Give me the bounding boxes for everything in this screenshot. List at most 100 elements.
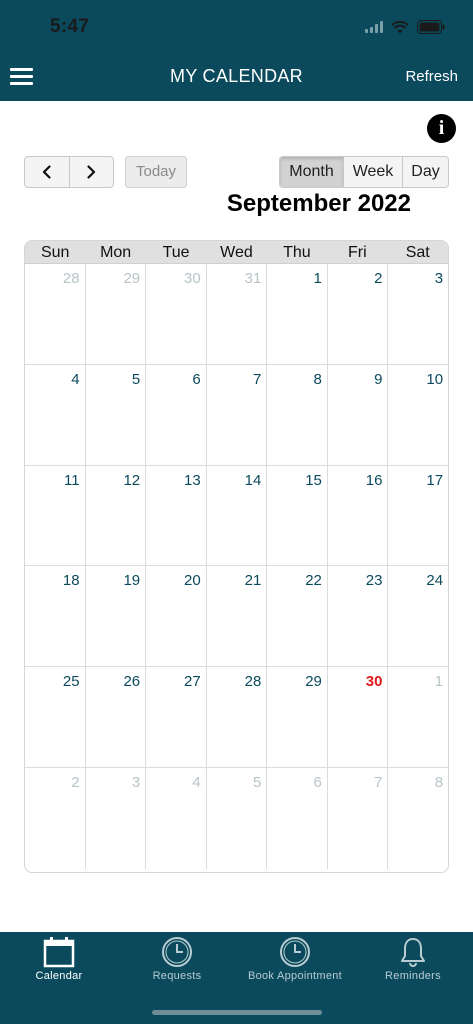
day-cell[interactable]: 29: [266, 667, 327, 767]
tab-label: Book Appointment: [247, 970, 343, 982]
day-cell[interactable]: 10: [387, 364, 448, 465]
day-number: 5: [252, 773, 262, 791]
tab-label: Calendar: [35, 970, 83, 982]
day-cell[interactable]: 22: [266, 566, 327, 667]
tab-reminders[interactable]: Reminders: [354, 932, 472, 992]
weekday-header: Sun Mon Tue Wed Thu Fri Sat: [25, 241, 448, 264]
home-indicator: [152, 1010, 322, 1015]
day-number: 22: [305, 572, 322, 590]
day-cell[interactable]: 3: [84, 767, 146, 869]
day-number: 7: [374, 773, 383, 791]
wifi-icon: [391, 20, 409, 34]
day-number: 19: [123, 572, 141, 590]
day-cell[interactable]: 23: [326, 566, 388, 667]
day-cell-today[interactable]: 30: [326, 667, 388, 767]
tab-calendar[interactable]: Calendar: [0, 932, 118, 992]
tab-requests[interactable]: Requests: [118, 932, 236, 992]
day-cell[interactable]: 26: [84, 667, 146, 767]
day-cell[interactable]: 21: [205, 566, 267, 667]
week-row: 25 26 27 28 29 30 1: [25, 667, 448, 768]
day-cell[interactable]: 18: [25, 566, 85, 666]
day-number: 23: [365, 572, 383, 590]
day-number: 3: [131, 773, 141, 791]
day-number: 17: [426, 471, 444, 489]
weekday-label: Tue: [162, 244, 190, 261]
calendar-icon: [43, 937, 75, 968]
chevron-left-icon: [42, 165, 51, 179]
hamburger-menu-icon[interactable]: [10, 66, 34, 86]
day-cell[interactable]: 1: [387, 667, 448, 767]
day-number: 10: [426, 370, 444, 388]
day-number: 14: [244, 471, 262, 489]
weekday-label: Sat: [405, 244, 430, 261]
day-number: 6: [313, 773, 322, 791]
day-cell[interactable]: 16: [326, 465, 388, 566]
week-row: 18 19 20 21 22 23 24: [25, 566, 448, 668]
day-cell[interactable]: 30: [145, 264, 206, 364]
day-number: 6: [192, 370, 201, 388]
day-cell[interactable]: 19: [84, 566, 146, 667]
day-cell[interactable]: 5: [84, 364, 146, 465]
day-number: 30: [184, 270, 201, 287]
day-cell[interactable]: 3: [387, 264, 448, 364]
status-icons: [365, 18, 445, 36]
day-number: 1: [313, 270, 322, 287]
next-button[interactable]: [68, 157, 114, 187]
day-cell[interactable]: 6: [266, 767, 327, 869]
refresh-button[interactable]: Refresh: [405, 68, 458, 85]
day-cell[interactable]: 31: [205, 264, 267, 364]
day-cell[interactable]: 8: [387, 767, 448, 869]
day-number: 11: [64, 471, 80, 489]
day-cell[interactable]: 1: [266, 264, 327, 364]
day-cell[interactable]: 27: [145, 667, 206, 767]
day-cell[interactable]: 2: [326, 264, 388, 364]
day-cell[interactable]: 17: [387, 465, 448, 566]
week-row: 11 12 13 14 15 16 17: [25, 465, 448, 567]
week-row: 2 3 4 5 6 7 8: [25, 767, 448, 869]
day-cell[interactable]: 7: [205, 364, 267, 465]
day-number: 29: [123, 270, 141, 287]
day-cell[interactable]: 20: [145, 566, 206, 667]
day-number: 4: [192, 773, 201, 791]
week-view-button[interactable]: Week: [343, 157, 402, 187]
day-number: 27: [184, 673, 201, 691]
day-number: 20: [184, 572, 201, 590]
day-cell[interactable]: 13: [145, 465, 206, 566]
month-view-button[interactable]: Month: [280, 157, 343, 187]
day-cell[interactable]: 25: [25, 667, 85, 767]
day-cell[interactable]: 6: [145, 364, 206, 465]
day-number: 28: [244, 673, 262, 691]
day-cell[interactable]: 24: [387, 566, 448, 667]
day-cell[interactable]: 11: [25, 466, 85, 566]
day-cell[interactable]: 28: [25, 264, 85, 364]
day-cell[interactable]: 4: [25, 365, 85, 465]
day-cell[interactable]: 9: [326, 364, 388, 465]
day-cell[interactable]: 14: [205, 465, 267, 566]
day-number: 26: [123, 673, 141, 691]
day-view-button[interactable]: Day: [402, 157, 448, 187]
top-bar: 5:47 MY CALENDAR Refresh: [0, 0, 473, 101]
info-icon[interactable]: i: [427, 114, 456, 143]
day-number: 7: [252, 370, 262, 388]
tab-book-appointment[interactable]: Book Appointment: [236, 932, 354, 992]
today-button[interactable]: Today: [125, 156, 187, 188]
day-number: 25: [62, 673, 80, 691]
day-cell[interactable]: 2: [25, 768, 85, 869]
day-number: 28: [62, 270, 80, 287]
day-cell[interactable]: 7: [326, 767, 388, 869]
day-number: 15: [305, 471, 322, 489]
weekday-label: Sun: [40, 244, 70, 261]
previous-button[interactable]: [25, 157, 69, 187]
day-number: 5: [131, 370, 141, 388]
day-cell[interactable]: 5: [205, 767, 267, 869]
day-cell[interactable]: 15: [266, 465, 327, 566]
day-cell[interactable]: 8: [266, 364, 327, 465]
day-number: 29: [305, 673, 322, 691]
day-cell[interactable]: 29: [84, 264, 146, 364]
week-row: 28 29 30 31 1 2 3: [25, 264, 448, 365]
day-number: 8: [313, 370, 322, 388]
tab-label: Requests: [152, 970, 202, 982]
day-cell[interactable]: 12: [84, 465, 146, 566]
day-cell[interactable]: 28: [205, 667, 267, 767]
day-cell[interactable]: 4: [145, 767, 206, 869]
